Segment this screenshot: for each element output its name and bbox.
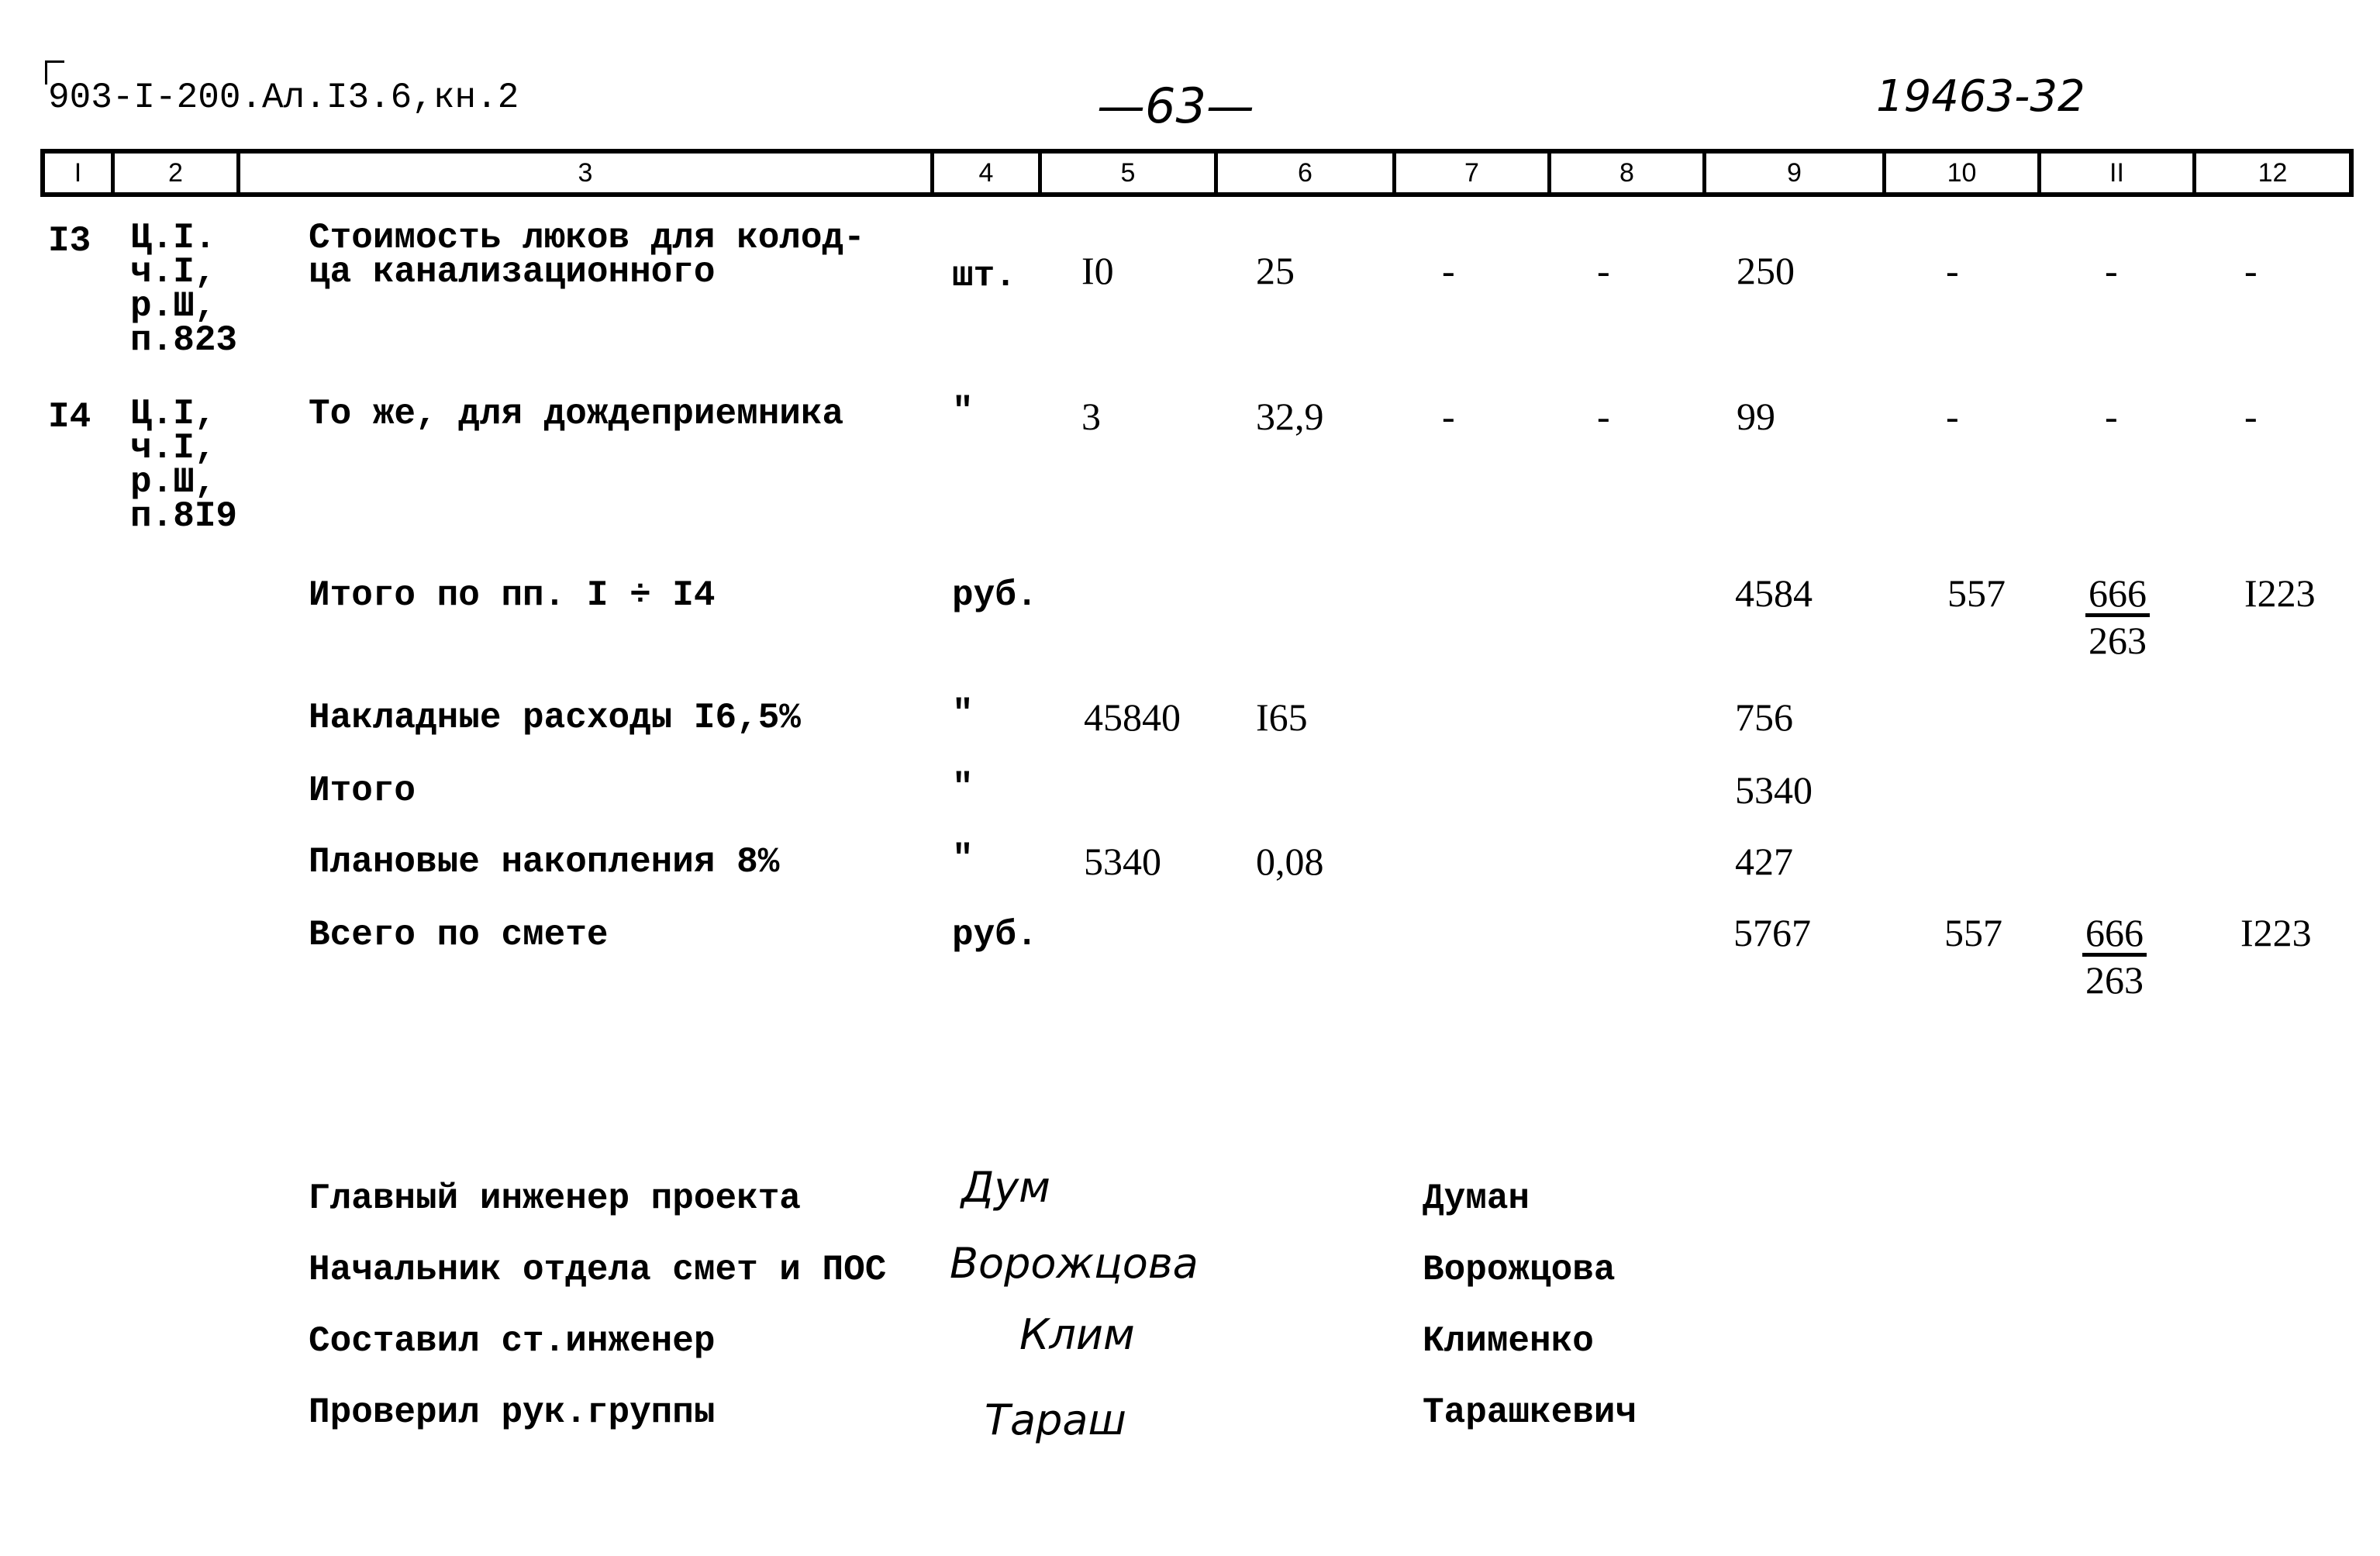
column-header: 10 <box>1886 154 2041 192</box>
column-header: 4 <box>934 154 1042 192</box>
fraction-denominator: 263 <box>2089 619 2147 662</box>
price-reference: Ц.I. ч.I, р.Ш, п.823 <box>130 218 238 361</box>
total-cost: 5767 <box>1733 911 1811 954</box>
price-reference: Ц.I, ч.I, р.Ш, п.8I9 <box>130 394 238 536</box>
cell-col10: - <box>1946 249 1959 292</box>
row-description: То же, для дождеприемника <box>309 394 844 434</box>
handwritten-signature: Клим <box>1019 1310 1135 1359</box>
cell-col12: - <box>2244 395 2258 438</box>
unit: " <box>952 768 974 808</box>
cell-col11: - <box>2105 249 2118 292</box>
signatory-role: Начальник отдела смет и ПОС <box>309 1250 887 1290</box>
cell-col8: - <box>1597 249 1610 292</box>
cell-col7: - <box>1442 249 1455 292</box>
fraction-numerator: 666 <box>2082 913 2147 957</box>
cell-col8: - <box>1597 395 1610 438</box>
total-cost: 250 <box>1737 249 1795 292</box>
summary-label: Плановые накопления 8% <box>309 842 780 882</box>
cell-col12: I223 <box>2244 571 2316 615</box>
total-cost: 5340 <box>1735 768 1813 812</box>
rate: 0,08 <box>1256 840 1324 883</box>
column-header: II <box>2041 154 2196 192</box>
column-header: 3 <box>240 154 934 192</box>
rate: I65 <box>1256 695 1308 739</box>
signatory-role: Главный инженер проекта <box>309 1178 801 1219</box>
column-header: I <box>45 154 115 192</box>
reference-line: р.Ш, <box>130 462 216 502</box>
description-line: То же, для дождеприемника <box>309 394 844 434</box>
column-header: 12 <box>2258 158 2288 188</box>
reference-line: Ц.I. <box>130 218 216 258</box>
signatory-role: Составил ст.инженер <box>309 1321 716 1361</box>
signatory-role: Проверил рук.группы <box>309 1392 716 1433</box>
summary-label: Всего по смете <box>309 915 609 955</box>
reference-line: р.Ш, <box>130 286 216 326</box>
unit: " <box>952 694 974 734</box>
row-description: Стоимость люков для колод- ца канализаци… <box>309 218 865 292</box>
summary-label: Итого <box>309 771 416 811</box>
fraction-col11: 666 263 <box>2085 571 2150 664</box>
column-header: 5 <box>1042 154 1218 192</box>
fraction-denominator: 263 <box>2085 958 2144 1002</box>
total-cost: 427 <box>1735 840 1793 883</box>
description-line: ца канализационного <box>309 252 716 292</box>
column-header: 2 <box>115 154 240 192</box>
fraction-numerator: 666 <box>2085 573 2150 617</box>
summary-label: Итого по пп. I ÷ I4 <box>309 575 716 616</box>
signatory-name: Думан <box>1423 1178 1530 1219</box>
column-header: 9 <box>1706 154 1886 192</box>
cell-col10: 557 <box>1944 911 2002 954</box>
cell-col12: I223 <box>2240 911 2312 954</box>
summary-label: Накладные расходы I6,5% <box>309 698 801 738</box>
cell-col10: 557 <box>1947 571 2006 615</box>
cell-col11: - <box>2105 395 2118 438</box>
unit: шт. <box>952 256 1016 296</box>
column-header: 8 <box>1551 154 1706 192</box>
row-number: I4 <box>48 397 91 437</box>
column-header-row: I 2 3 4 5 6 7 8 9 10 II 12 <box>40 149 2354 197</box>
signatory-name: Ворожцова <box>1423 1250 1616 1290</box>
column-header: 7 <box>1396 154 1551 192</box>
cell-col12: - <box>2244 249 2258 292</box>
unit: руб. <box>952 915 1038 955</box>
row-number: I3 <box>48 221 91 261</box>
cell-col7: - <box>1442 395 1455 438</box>
unit: " <box>952 839 974 879</box>
total-cost: 756 <box>1735 695 1793 739</box>
reference-line: ч.I, <box>130 252 216 292</box>
signatory-name: Тарашкевич <box>1423 1392 1637 1433</box>
unit: " <box>952 392 974 432</box>
handwritten-signature: Дум <box>961 1163 1050 1212</box>
page-number: —63— <box>1097 78 1254 134</box>
base-amount: 5340 <box>1084 840 1161 883</box>
reference-line: п.823 <box>130 320 238 361</box>
base-amount: 45840 <box>1084 695 1181 739</box>
sheet-number: 19463-32 <box>1876 71 2085 122</box>
signatory-name: Клименко <box>1423 1321 1594 1361</box>
reference-line: Ц.I, <box>130 394 216 434</box>
unit: руб. <box>952 575 1038 616</box>
quantity: 3 <box>1081 395 1101 438</box>
fraction-col11: 666 263 <box>2082 910 2147 1003</box>
document-code: 903-I-200.Ал.I3.6,кн.2 <box>48 78 519 118</box>
total-cost: 99 <box>1737 395 1775 438</box>
cell-col10: - <box>1946 395 1959 438</box>
column-header: 6 <box>1218 154 1396 192</box>
handwritten-signature: Ворожцова <box>950 1239 1199 1288</box>
unit-price: 32,9 <box>1256 395 1324 438</box>
handwritten-signature: Тараш <box>985 1396 1126 1444</box>
description-line: Стоимость люков для колод- <box>309 218 865 258</box>
reference-line: п.8I9 <box>130 496 238 536</box>
unit-price: 25 <box>1256 249 1295 292</box>
reference-line: ч.I, <box>130 428 216 468</box>
quantity: I0 <box>1081 249 1114 292</box>
total-cost: 4584 <box>1735 571 1813 615</box>
